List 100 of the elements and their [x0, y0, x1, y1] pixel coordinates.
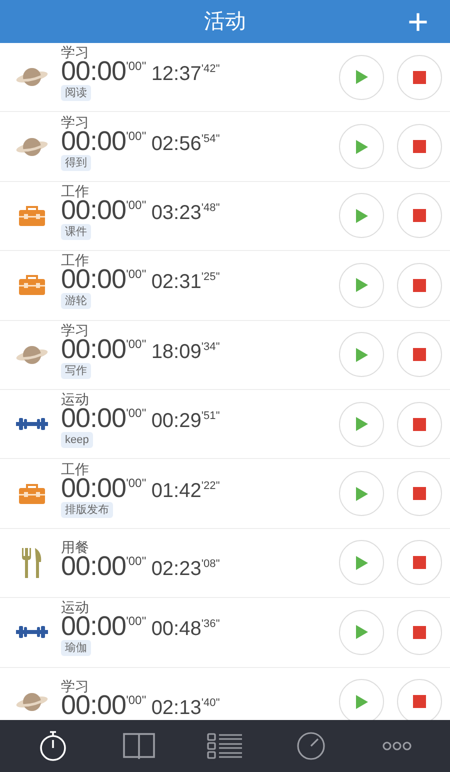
- planet-icon: [15, 66, 49, 88]
- stop-button[interactable]: [397, 124, 442, 170]
- category-label: 运动: [61, 599, 89, 616]
- add-button[interactable]: +: [400, 0, 436, 43]
- stop-button[interactable]: [397, 402, 442, 447]
- stop-button[interactable]: [397, 471, 442, 516]
- elapsed-seconds: '00'': [126, 338, 146, 350]
- elapsed-seconds: '00'': [126, 268, 146, 280]
- tag-label: 写作: [61, 362, 91, 379]
- planet-icon: [15, 344, 49, 366]
- play-button[interactable]: [339, 471, 384, 516]
- category-label: 工作: [61, 182, 89, 199]
- stop-icon: [413, 140, 426, 154]
- play-button[interactable]: [339, 402, 384, 447]
- screen-title: 活动: [204, 8, 246, 35]
- total-time: 03:23: [151, 204, 202, 222]
- total-seconds: '48'': [201, 202, 220, 214]
- elapsed-time: 00:00: [61, 615, 126, 638]
- play-icon: [356, 486, 368, 501]
- play-button[interactable]: [339, 540, 384, 586]
- toolbox-icon: [18, 274, 46, 296]
- toolbox-icon: [18, 482, 46, 505]
- stop-icon: [413, 556, 426, 570]
- tag-label: 课件: [61, 224, 91, 240]
- elapsed-time: 00:00: [61, 554, 126, 577]
- elapsed-seconds: '00'': [126, 554, 146, 567]
- elapsed-seconds: '00'': [126, 615, 146, 628]
- play-button[interactable]: [339, 610, 384, 655]
- elapsed-seconds: '00'': [126, 407, 146, 420]
- play-icon: [356, 625, 368, 640]
- stop-icon: [413, 70, 426, 84]
- category-label: 工作: [61, 252, 89, 268]
- tag-label: 游轮: [61, 293, 91, 310]
- stop-button[interactable]: [397, 262, 442, 308]
- stop-icon: [413, 626, 426, 639]
- elapsed-time: 00:00: [61, 338, 126, 360]
- total-seconds: '08'': [201, 558, 220, 570]
- total-seconds: '36'': [201, 619, 220, 630]
- tag-label: keep: [61, 432, 93, 448]
- category-label: 工作: [61, 460, 89, 477]
- play-button[interactable]: [339, 124, 384, 170]
- elapsed-seconds: '00'': [126, 60, 146, 72]
- elapsed-time: 00:00: [61, 407, 126, 430]
- stop-button[interactable]: [397, 610, 442, 655]
- stop-icon: [413, 348, 426, 362]
- list-icon[interactable]: [207, 732, 243, 760]
- stop-button[interactable]: [397, 193, 442, 238]
- total-seconds: '22'': [201, 480, 220, 492]
- dumbbell-icon: [16, 417, 48, 432]
- tag-label: 得到: [61, 154, 91, 171]
- category-label: 学习: [61, 322, 89, 338]
- total-seconds: '54'': [201, 134, 220, 145]
- play-icon: [356, 556, 368, 570]
- total-seconds: '51'': [201, 411, 220, 422]
- dumbbell-icon: [16, 625, 48, 640]
- total-seconds: '42'': [201, 64, 220, 76]
- planet-icon: [15, 690, 49, 713]
- elapsed-time: 00:00: [61, 268, 126, 290]
- elapsed-seconds: '00'': [126, 694, 146, 706]
- stop-icon: [413, 695, 426, 708]
- stop-icon: [413, 418, 426, 431]
- play-button[interactable]: [339, 332, 384, 378]
- play-icon: [356, 70, 368, 84]
- play-icon: [356, 140, 368, 154]
- book-icon[interactable]: [122, 732, 156, 760]
- play-button[interactable]: [339, 262, 384, 308]
- play-button[interactable]: [339, 54, 384, 100]
- clock-icon[interactable]: [296, 731, 326, 761]
- stopwatch-icon[interactable]: [38, 730, 68, 762]
- elapsed-seconds: '00'': [126, 476, 146, 489]
- total-time: 02:31: [151, 273, 202, 292]
- elapsed-seconds: '00'': [126, 198, 146, 211]
- total-time: 02:23: [151, 560, 202, 578]
- more-icon[interactable]: [382, 741, 412, 751]
- category-label: 运动: [61, 391, 89, 408]
- play-button[interactable]: [339, 193, 384, 238]
- stop-button[interactable]: [397, 540, 442, 586]
- planet-icon: [15, 136, 49, 158]
- elapsed-time: 00:00: [61, 60, 126, 82]
- total-time: 02:13: [151, 698, 202, 717]
- total-seconds: '34'': [201, 342, 220, 353]
- elapsed-time: 00:00: [61, 130, 126, 152]
- elapsed-time: 00:00: [61, 476, 126, 499]
- play-icon: [356, 694, 368, 709]
- stop-icon: [413, 278, 426, 292]
- tag-label: 阅读: [61, 85, 91, 102]
- total-time: 00:48: [151, 620, 202, 638]
- elapsed-seconds: '00'': [126, 130, 146, 142]
- total-time: 18:09: [151, 342, 202, 361]
- category-label: 学习: [61, 678, 89, 694]
- tag-label: 排版发布: [61, 502, 113, 518]
- total-time: 01:42: [151, 482, 202, 500]
- category-label: 学习: [61, 114, 89, 130]
- stop-button[interactable]: [397, 332, 442, 378]
- play-icon: [356, 278, 368, 292]
- tag-label: 瑜伽: [61, 640, 91, 656]
- total-seconds: '40'': [201, 698, 220, 709]
- elapsed-time: 00:00: [61, 198, 126, 221]
- play-icon: [356, 348, 368, 362]
- stop-button[interactable]: [397, 54, 442, 100]
